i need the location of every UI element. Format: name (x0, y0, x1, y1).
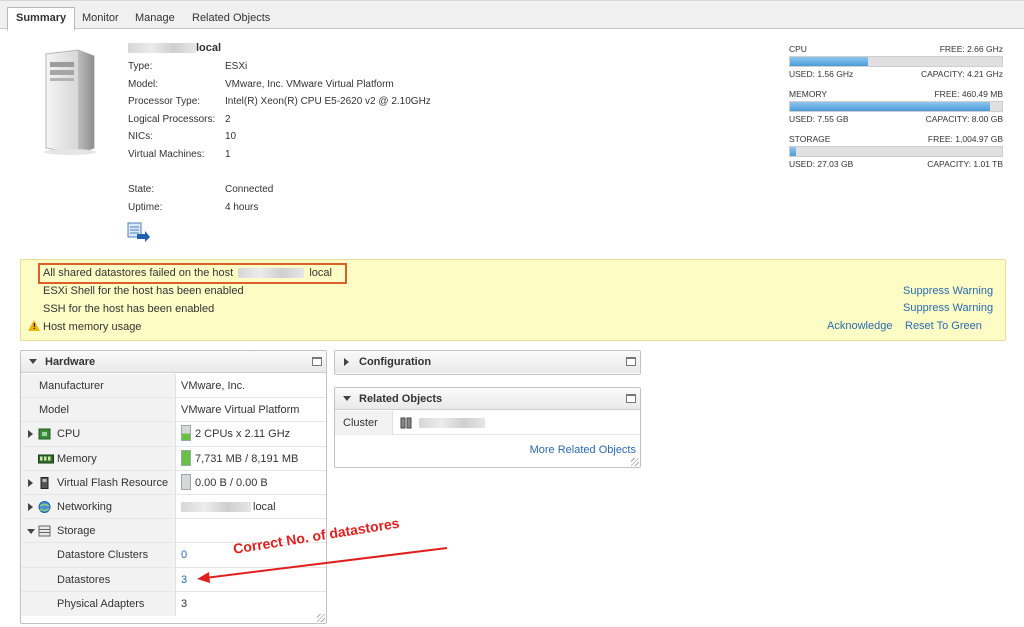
tab-monitor[interactable]: Monitor (74, 8, 127, 30)
tab-bar: Summary Monitor Manage Related Objects (0, 0, 1024, 31)
more-related-objects-link[interactable]: More Related Objects (530, 444, 636, 456)
highlight-box (38, 263, 347, 284)
server-tower-icon (44, 49, 96, 155)
maximize-icon[interactable] (626, 357, 636, 366)
hardware-row-networking[interactable]: Networking local (21, 494, 326, 520)
warning-esxi-shell: ESXi Shell for the host has been enabled (43, 285, 244, 297)
related-cluster-row: Cluster (335, 411, 640, 435)
datastores-link[interactable]: 3 (181, 568, 187, 592)
maximize-icon[interactable] (626, 394, 636, 403)
storage-icon (38, 525, 51, 537)
collapse-triangle-icon[interactable] (343, 396, 351, 401)
redacted-cluster-name[interactable] (419, 418, 485, 428)
warning-triangle-icon: ! (28, 320, 40, 331)
expand-triangle-icon[interactable] (28, 478, 33, 487)
warning-host-memory: ! Host memory usage (28, 320, 141, 333)
redacted-hostname (128, 43, 196, 54)
datastore-clusters-link[interactable]: 0 (181, 543, 187, 567)
warning-ssh: SSH for the host has been enabled (43, 303, 215, 315)
cluster-icon (400, 417, 412, 429)
expand-triangle-icon[interactable] (28, 430, 33, 439)
tab-summary[interactable]: Summary (7, 7, 76, 31)
maximize-icon[interactable] (312, 357, 322, 366)
hardware-portlet-header[interactable]: Hardware (21, 351, 326, 373)
expand-triangle-icon[interactable] (28, 502, 33, 511)
hardware-row-cpu[interactable]: CPU 2 CPUs x 2.11 GHz (21, 422, 326, 447)
reset-to-green-link[interactable]: Reset To Green (905, 320, 982, 332)
memory-usage-icon (181, 449, 191, 466)
cpu-usage-icon (181, 425, 191, 442)
flash-usage-icon (181, 473, 191, 490)
related-objects-portlet-header[interactable]: Related Objects (335, 388, 640, 410)
resize-handle[interactable] (631, 458, 639, 466)
cpu-meter: CPU FREE: 2.66 GHz USED: 1.56 GHz CAPACITY… (789, 44, 1003, 79)
hardware-row-model: Model VMware Virtual Platform (21, 398, 326, 423)
export-icon[interactable] (127, 222, 151, 242)
storage-usage-bar (789, 146, 1003, 157)
collapse-triangle-icon[interactable] (27, 529, 35, 535)
hardware-row-physical-adapters: Physical Adapters 3 (21, 591, 326, 616)
acknowledge-link[interactable]: Acknowledge (827, 320, 892, 332)
suppress-warning-ssh-link[interactable]: Suppress Warning (903, 302, 993, 314)
configuration-portlet-header[interactable]: Configuration (335, 351, 640, 373)
expand-triangle-icon[interactable] (344, 358, 349, 366)
configuration-portlet: Configuration (334, 350, 641, 375)
host-name-suffix: local (196, 42, 222, 54)
redacted-hostname (181, 502, 251, 513)
related-objects-portlet: Related Objects Cluster More Related Obj… (334, 387, 641, 468)
resize-handle[interactable] (317, 614, 325, 622)
memory-module-icon (38, 454, 54, 464)
host-name: local (128, 42, 221, 54)
memory-meter: MEMORY FREE: 460.49 MB USED: 7.55 GB CAPAC… (789, 89, 1003, 124)
suppress-warning-esxi-shell-link[interactable]: Suppress Warning (903, 285, 993, 297)
tab-related-objects[interactable]: Related Objects (184, 8, 278, 30)
memory-usage-bar (789, 101, 1003, 112)
globe-network-icon (38, 500, 51, 513)
collapse-triangle-icon[interactable] (29, 359, 37, 364)
storage-meter: STORAGE FREE: 1,004.97 GB USED: 27.03 GB C… (789, 134, 1003, 169)
hardware-row-virtual-flash[interactable]: Virtual Flash Resource 0.00 B / 0.00 B (21, 470, 326, 495)
flash-drive-icon (40, 476, 49, 489)
tab-manage[interactable]: Manage (127, 8, 183, 30)
hardware-row-memory[interactable]: Memory 7,731 MB / 8,191 MB (21, 446, 326, 471)
cpu-chip-icon (38, 428, 51, 440)
hardware-row-manufacturer: Manufacturer VMware, Inc. (21, 374, 326, 399)
cpu-usage-bar (789, 56, 1003, 67)
